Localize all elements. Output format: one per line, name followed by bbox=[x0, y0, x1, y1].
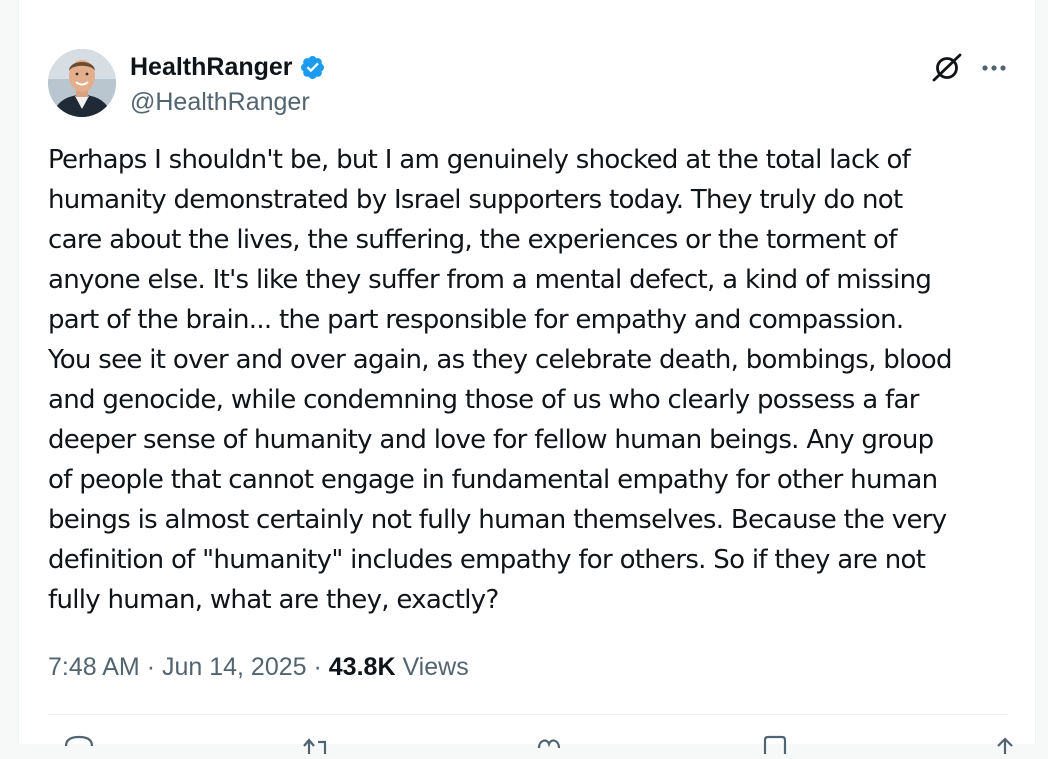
bookmark-icon[interactable] bbox=[758, 734, 792, 754]
share-icon[interactable] bbox=[988, 734, 1022, 754]
retweet-icon[interactable] bbox=[298, 734, 332, 754]
like-icon[interactable] bbox=[532, 734, 566, 754]
tweet-text: Perhaps I shouldn't be, but I am genuine… bbox=[48, 145, 952, 615]
tweet-time[interactable]: 7:48 AM bbox=[48, 653, 140, 681]
tweet-meta: 7:48 AM · Jun 14, 2025 · 43.8K Views bbox=[48, 650, 469, 684]
grok-icon[interactable] bbox=[929, 50, 965, 86]
author-avatar[interactable] bbox=[48, 49, 116, 117]
author-display-name[interactable]: HealthRanger bbox=[130, 51, 293, 83]
meta-separator: · bbox=[313, 653, 322, 681]
action-bar bbox=[48, 734, 1013, 754]
author-handle[interactable]: @HealthRanger bbox=[130, 86, 310, 118]
verified-badge-icon[interactable] bbox=[299, 54, 326, 81]
views-label: Views bbox=[402, 653, 469, 681]
more-options-icon[interactable] bbox=[977, 51, 1011, 85]
views-count: 43.8K bbox=[328, 653, 396, 681]
tweet-date[interactable]: Jun 14, 2025 bbox=[162, 653, 307, 681]
author-name-row: HealthRanger bbox=[130, 51, 326, 83]
reply-icon[interactable] bbox=[62, 734, 96, 754]
tweet-card: HealthRanger @HealthRanger Perhaps I sho… bbox=[18, 0, 1036, 754]
divider bbox=[48, 714, 1008, 715]
meta-separator: · bbox=[146, 653, 156, 681]
user-avatar-photo-icon bbox=[48, 49, 116, 117]
